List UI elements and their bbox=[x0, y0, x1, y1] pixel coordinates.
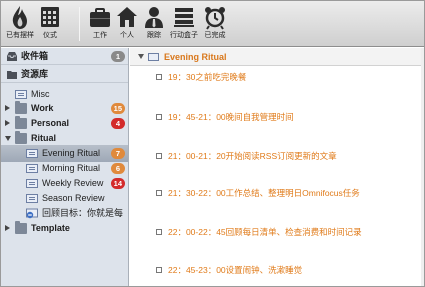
toolbar-label: 已完成 bbox=[204, 32, 226, 39]
action-title[interactable]: 22：00-22：45回顾每日清单、检查消费和时间记录 bbox=[168, 225, 362, 239]
action-row[interactable]: 22：45-23：00设置闹钟、洗漱睡觉 bbox=[130, 263, 424, 277]
calendar-grid-icon bbox=[41, 7, 59, 27]
action-checkbox[interactable] bbox=[156, 74, 162, 80]
collapse-triangle-icon[interactable] bbox=[138, 54, 144, 59]
toolbar-button-ritual[interactable]: 仪式 bbox=[35, 4, 65, 44]
action-row[interactable]: 21：30-22：00工作总结、整理明日Omnifocus任务 bbox=[130, 186, 424, 200]
toolbar-label: 仪式 bbox=[43, 32, 57, 39]
action-checkbox[interactable] bbox=[156, 190, 162, 196]
context-icon bbox=[26, 149, 38, 158]
count-badge: 6 bbox=[111, 163, 125, 174]
folder-icon bbox=[15, 131, 27, 144]
folder-icon bbox=[15, 116, 27, 129]
toolbar-label: 跟踪 bbox=[147, 32, 161, 39]
count-badge: 4 bbox=[111, 118, 125, 129]
disclosure-triangle-icon[interactable] bbox=[5, 105, 10, 111]
action-checkbox[interactable] bbox=[156, 153, 162, 159]
app-window: 已有摆样 仪式 工作 个人 跟踪 行动盒子 已完成 收件箱 1 资源库 Misc… bbox=[0, 0, 425, 287]
action-checkbox[interactable] bbox=[156, 114, 162, 120]
toolbar-label: 工作 bbox=[93, 32, 107, 39]
person-icon bbox=[145, 7, 163, 28]
inbox-stack-icon bbox=[174, 8, 194, 27]
toolbar-label: 个人 bbox=[120, 32, 134, 39]
toolbar-separator bbox=[79, 7, 80, 41]
home-icon bbox=[117, 7, 137, 27]
toolbar-button-tracking[interactable]: 跟踪 bbox=[141, 4, 167, 44]
action-row[interactable]: 21：00-21：20开始阅读RSS订阅更新的文章 bbox=[130, 149, 424, 163]
toolbar-label: 行动盒子 bbox=[170, 32, 198, 39]
blocked-context-icon bbox=[26, 208, 38, 219]
action-title[interactable]: 19：30之前吃完晚餐 bbox=[168, 70, 246, 84]
toolbar-button-flagged[interactable]: 已有摆样 bbox=[5, 4, 35, 44]
sidebar-item-template[interactable]: Template bbox=[1, 220, 128, 237]
context-icon bbox=[15, 90, 27, 99]
count-badge: 1 bbox=[111, 51, 125, 62]
sidebar-item-label: Template bbox=[31, 223, 70, 233]
sidebar: 收件箱 1 资源库 Misc Work 15 Personal 4 Ritual… bbox=[1, 48, 129, 286]
count-badge: 15 bbox=[110, 103, 125, 114]
library-folder-icon bbox=[7, 71, 17, 79]
action-row[interactable]: 19：45-21：00晚间自我管理时间 bbox=[130, 110, 424, 124]
disclosure-triangle-icon[interactable] bbox=[5, 225, 10, 231]
sidebar-item-label: 资源库 bbox=[21, 69, 49, 79]
action-title[interactable]: 21：30-22：00工作总结、整理明日Omnifocus任务 bbox=[168, 186, 360, 200]
disclosure-triangle-icon[interactable] bbox=[5, 120, 10, 126]
disclosure-triangle-icon[interactable] bbox=[5, 136, 11, 141]
toolbar-button-work[interactable]: 工作 bbox=[87, 4, 113, 44]
toolbar-button-action-box[interactable]: 行动盒子 bbox=[169, 4, 199, 44]
action-checkbox[interactable] bbox=[156, 267, 162, 273]
context-header[interactable]: Evening Ritual bbox=[130, 48, 424, 66]
flame-icon bbox=[12, 6, 27, 29]
action-row[interactable]: 22：00-22：45回顾每日清单、检查消费和时间记录 bbox=[130, 225, 424, 239]
context-icon bbox=[148, 53, 159, 61]
toolbar-button-completed[interactable]: 已完成 bbox=[201, 4, 229, 44]
inbox-tray-icon bbox=[7, 52, 17, 61]
context-title: Evening Ritual bbox=[164, 52, 227, 62]
context-icon bbox=[26, 179, 38, 188]
sidebar-item-library[interactable]: 资源库 bbox=[1, 66, 128, 83]
action-title[interactable]: 21：00-21：20开始阅读RSS订阅更新的文章 bbox=[168, 149, 337, 163]
toolbar: 已有摆样 仪式 工作 个人 跟踪 行动盒子 已完成 bbox=[1, 1, 424, 47]
count-badge: 7 bbox=[111, 148, 125, 159]
folder-icon bbox=[15, 221, 27, 234]
action-row[interactable]: 19：30之前吃完晚餐 bbox=[130, 70, 424, 84]
count-badge: 14 bbox=[110, 178, 125, 189]
action-checkbox[interactable] bbox=[156, 229, 162, 235]
vertical-scrollbar[interactable] bbox=[421, 48, 424, 286]
toolbar-label: 已有摆样 bbox=[6, 32, 34, 39]
context-icon bbox=[26, 194, 38, 203]
context-icon bbox=[26, 164, 38, 173]
briefcase-icon bbox=[90, 8, 110, 27]
alarm-clock-icon bbox=[205, 7, 225, 30]
action-title[interactable]: 22：45-23：00设置闹钟、洗漱睡觉 bbox=[168, 263, 302, 277]
main-outline: Evening Ritual 19：30之前吃完晚餐 19：45-21：00晚间… bbox=[130, 48, 424, 286]
sidebar-item-label: 收件箱 bbox=[21, 51, 49, 61]
folder-icon bbox=[15, 101, 27, 114]
toolbar-button-personal[interactable]: 个人 bbox=[114, 4, 140, 44]
sidebar-item-inbox[interactable]: 收件箱 1 bbox=[1, 48, 128, 65]
action-title[interactable]: 19：45-21：00晚间自我管理时间 bbox=[168, 110, 294, 124]
